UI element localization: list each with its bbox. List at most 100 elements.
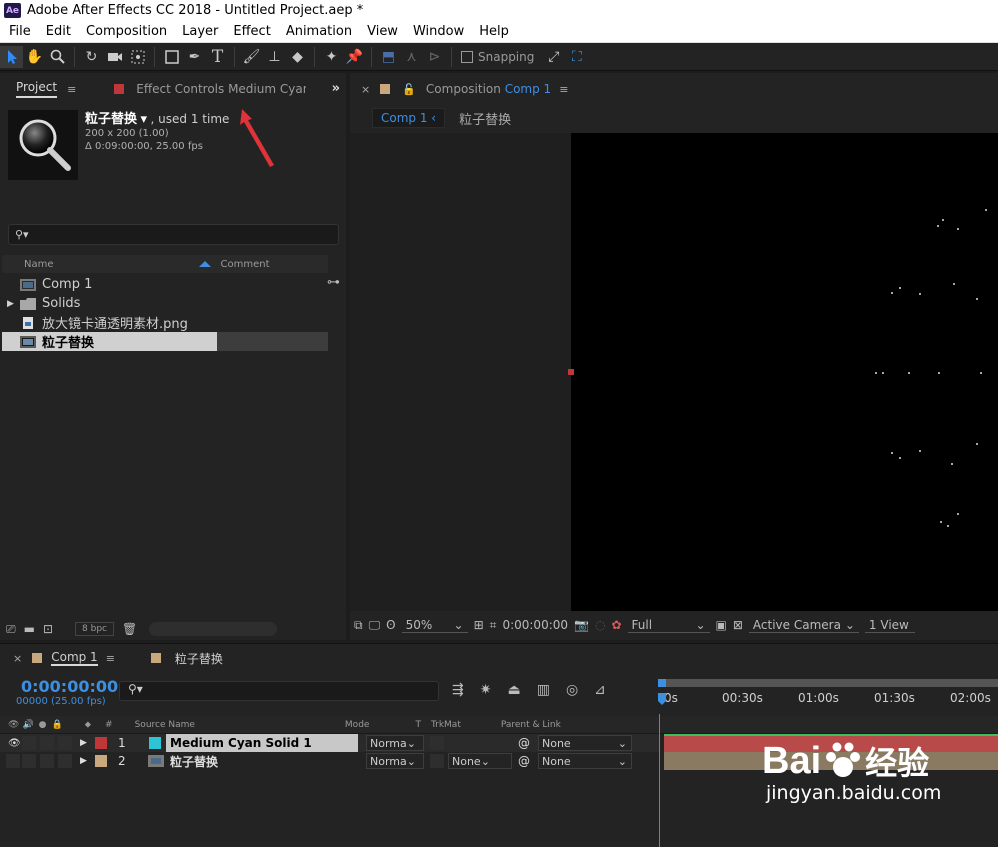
solo-switch[interactable] [40,754,54,768]
tab-composition[interactable]: Composition Comp 1 [426,82,551,96]
layer-row[interactable]: ▶ 2 粒子替换 Norma ⌄ None ⌄ @ None ⌄ [0,752,660,770]
graph-editor-icon[interactable]: ⊿ [594,682,606,698]
solo-switch[interactable] [40,736,54,750]
pickwhip-icon[interactable]: @ [518,736,530,750]
column-trkmat[interactable]: TrkMat [431,720,461,730]
flowchart-icon[interactable]: ⊶ [327,275,340,290]
snap-edges-icon[interactable]: ⤢ [542,46,565,68]
anchor-handle[interactable] [568,369,574,375]
lock-switch[interactable] [58,736,72,750]
puppet-pin-tool-icon[interactable]: 📌 [343,46,366,68]
breadcrumb-particle[interactable]: 粒子替换 [459,109,511,128]
parent-dropdown[interactable]: None ⌄ [538,753,632,769]
lock-switch[interactable] [58,754,72,768]
color-channels-icon[interactable]: ✿ [611,618,621,632]
expand-layer-icon[interactable]: ▶ [80,738,87,748]
pen-tool-icon[interactable]: ✒ [183,46,206,68]
menu-edit[interactable]: Edit [37,24,77,39]
draft-3d-icon[interactable]: ✷ [480,682,492,698]
blend-mode-dropdown[interactable]: Norma ⌄ [366,735,424,751]
world-axis-icon[interactable]: ⋏ [400,46,423,68]
layer-label-color[interactable] [95,737,107,749]
panel-menu-icon[interactable]: ≡ [67,83,76,96]
layer-source-name[interactable]: Medium Cyan Solid 1 [166,734,358,752]
new-composition-icon[interactable]: ⊡ [43,622,53,636]
mask-view-icon[interactable]: ʘ [386,618,395,632]
preserve-transparency-switch[interactable] [430,736,444,750]
fast-preview-icon[interactable]: ▣ [716,618,727,632]
lock-column-icon[interactable]: 🔒 [52,720,63,730]
tab-timeline-particle[interactable]: 粒子替换 [175,650,223,667]
tab-effect-controls[interactable]: Effect Controls Medium Cyan Sc [136,82,306,96]
motion-blur-icon[interactable]: ◎ [566,682,578,698]
clone-stamp-tool-icon[interactable]: ⊥ [263,46,286,68]
panel-overflow-icon[interactable]: » [332,81,340,96]
bit-depth-button[interactable]: 8 bpc [75,622,114,636]
local-axis-icon[interactable]: ⬒ [377,46,400,68]
project-item-particle[interactable]: 粒子替换 [2,332,328,351]
lock-icon[interactable]: 🔓 [402,83,416,96]
video-switch[interactable] [6,754,20,768]
project-search-input[interactable]: ⚲▾ [8,224,339,245]
menu-layer[interactable]: Layer [173,24,224,39]
roto-brush-tool-icon[interactable]: ✦ [320,46,343,68]
resolution-dropdown[interactable]: Full ⌄ [627,618,710,633]
panel-menu-icon[interactable]: ≡ [106,652,115,665]
snapping-checkbox[interactable] [461,50,473,63]
composition-viewer[interactable] [350,133,998,611]
column-mode[interactable]: Mode [345,720,370,730]
close-tab-icon[interactable]: × [13,652,22,665]
project-item-comp1[interactable]: Comp 1 ⊶ [2,275,340,294]
camera-dropdown[interactable]: Active Camera ⌄ [748,618,859,633]
monitor-icon[interactable]: 🖵 [369,618,381,633]
layer-row[interactable]: 👁 ▶ 1 Medium Cyan Solid 1 Norma ⌄ @ None… [0,734,660,752]
audio-switch[interactable] [22,754,36,768]
always-preview-icon[interactable]: ⧉ [354,618,363,633]
time-ruler[interactable]: 0s 00:30s 01:00s 01:30s 02:00s [658,679,998,713]
snap-features-icon[interactable]: ⛶ [565,46,588,68]
column-source-name[interactable]: Source Name [135,720,195,730]
preserve-transparency-switch[interactable] [430,754,444,768]
rotation-tool-icon[interactable]: ↻ [80,46,103,68]
show-snapshot-icon[interactable]: ◌ [595,618,605,632]
tab-project[interactable]: Project [16,80,58,98]
composition-canvas[interactable] [571,133,998,611]
folder-expand-icon[interactable]: ▶ [7,299,14,309]
audio-switch[interactable] [22,736,36,750]
eye-icon[interactable]: 👁 [8,738,21,749]
layer-label-color[interactable] [95,755,107,767]
menu-effect[interactable]: Effect [224,24,276,39]
solo-icon[interactable]: ● [39,720,47,730]
selection-tool-icon[interactable] [0,45,23,68]
zoom-tool-icon[interactable] [46,46,69,68]
timeline-search-input[interactable]: ⚲▾ [119,681,439,701]
interpret-footage-icon[interactable]: ⎚ [6,622,16,637]
view-layout-dropdown[interactable]: 1 View [864,618,915,633]
tab-timeline-comp1[interactable]: Comp 1 [51,650,98,666]
playhead-icon[interactable] [658,679,666,709]
viewer-timecode[interactable]: 0:00:00:00 [502,618,568,632]
expand-layer-icon[interactable]: ▶ [80,756,87,766]
shy-layers-icon[interactable]: ⏏ [507,682,520,698]
project-item-png[interactable]: 放大镜卡通透明素材.png [2,313,328,332]
label-column-icon[interactable]: ⬥ [85,720,91,730]
menu-file[interactable]: File [0,24,37,39]
column-parent[interactable]: Parent & Link [501,720,561,730]
hand-tool-icon[interactable]: ✋ [23,46,46,68]
pickwhip-icon[interactable]: @ [518,754,530,768]
panel-menu-icon[interactable]: ≡ [559,83,568,96]
menu-help[interactable]: Help [470,24,515,39]
current-time-display[interactable]: 0:00:00:00 [21,677,118,696]
project-item-solids[interactable]: ▶ Solids [2,294,328,313]
transparency-grid-icon[interactable]: ⊠ [733,618,743,632]
frame-blending-icon[interactable]: ▥ [537,682,550,698]
camera-tool-icon[interactable] [103,46,126,68]
breadcrumb-comp1[interactable]: Comp 1 ‹ [372,108,446,128]
menu-window[interactable]: Window [404,24,470,39]
column-comment[interactable]: Comment [221,259,270,270]
brush-tool-icon[interactable]: 🖌 [240,46,263,68]
layer-source-name[interactable]: 粒子替换 [170,752,358,770]
menu-composition[interactable]: Composition [77,24,173,39]
pan-behind-tool-icon[interactable] [126,46,149,68]
usage-dropdown-icon[interactable]: ▾ [141,112,148,127]
